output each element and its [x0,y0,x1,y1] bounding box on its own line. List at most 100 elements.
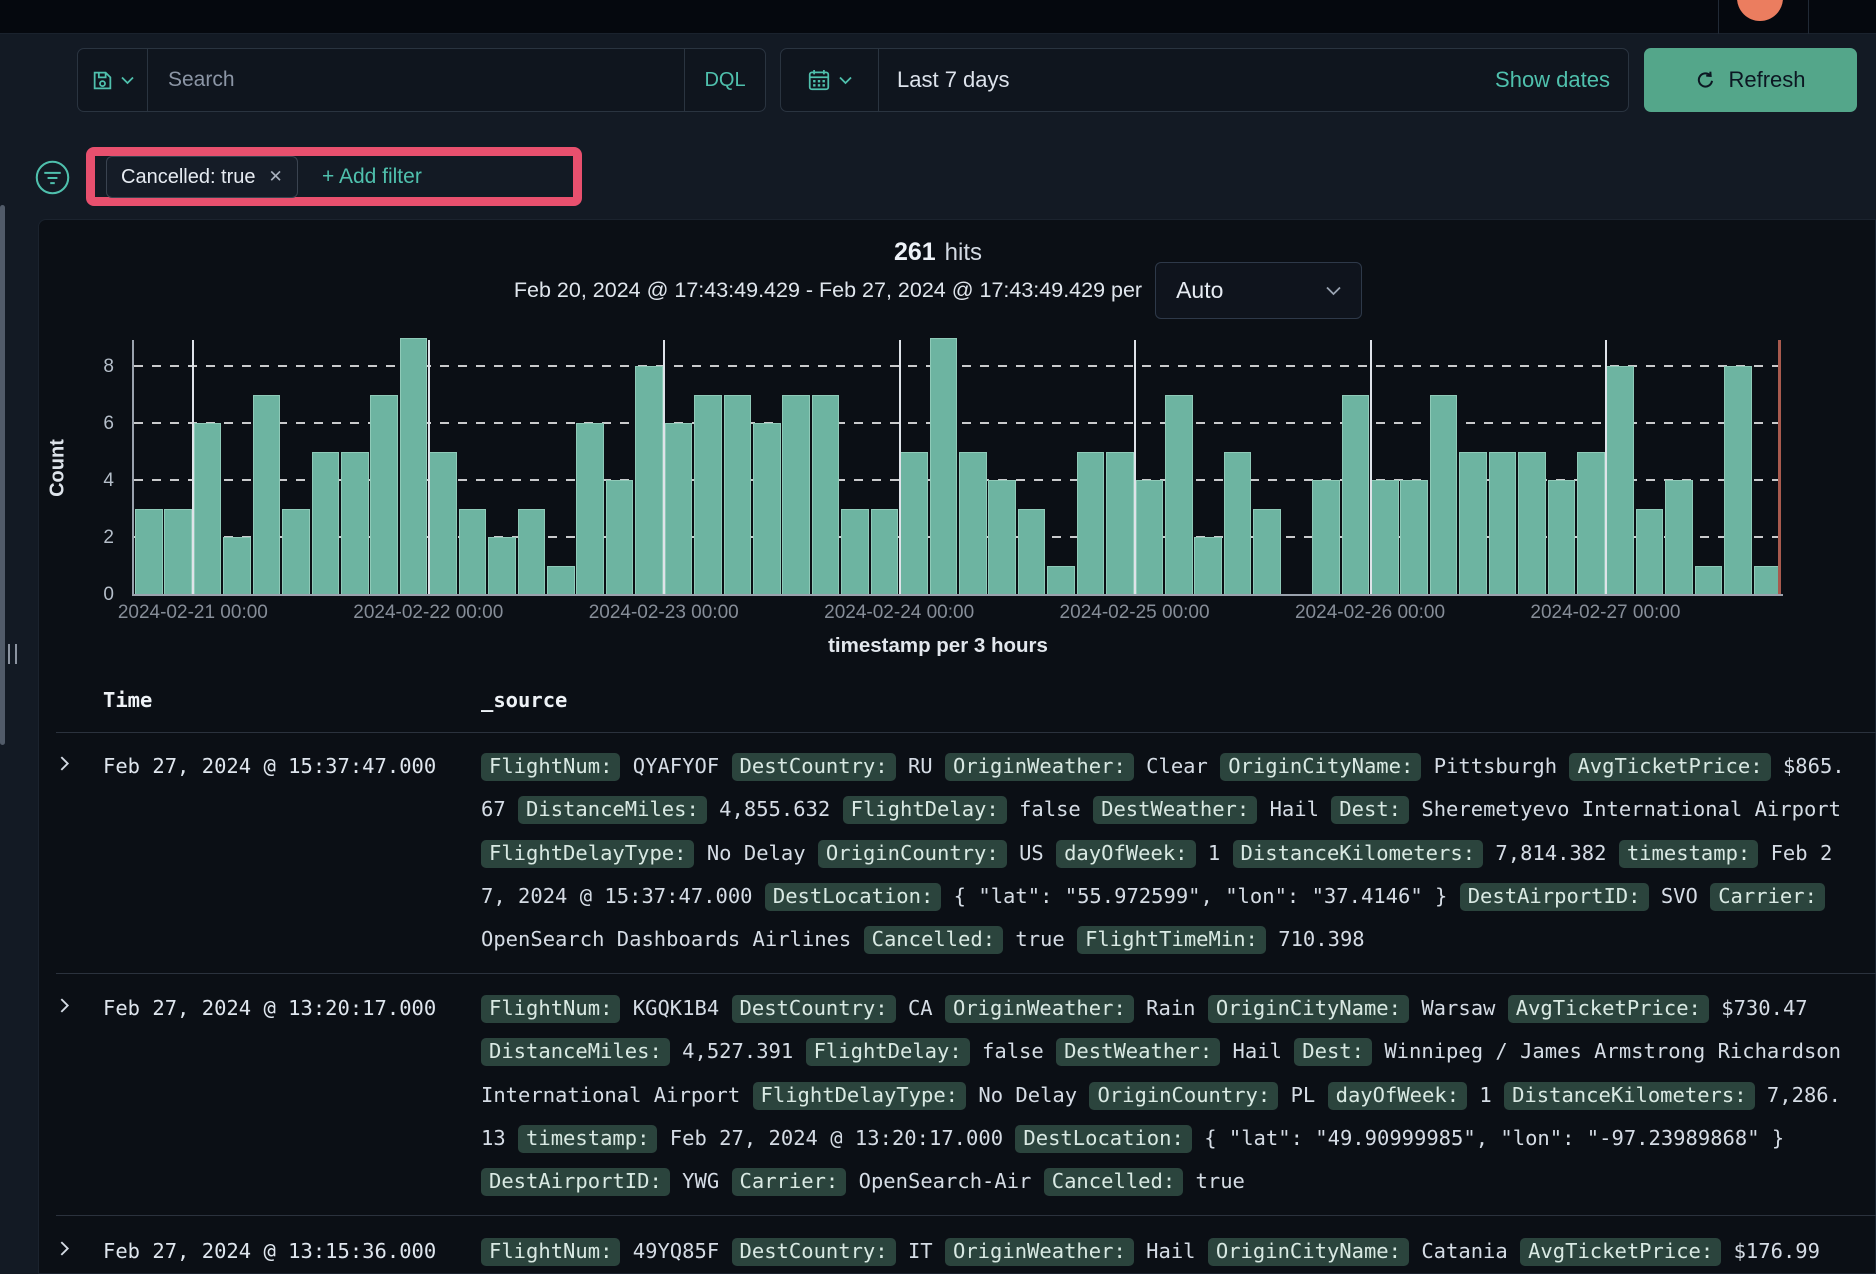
histogram-bar[interactable] [1724,366,1752,594]
add-filter-button[interactable]: + Add filter [322,156,422,198]
histogram-bar[interactable] [312,452,340,594]
histogram-bar[interactable] [1312,480,1340,594]
histogram-bar[interactable] [841,509,869,594]
user-avatar[interactable] [1737,0,1783,21]
field-badge: OriginWeather: [945,753,1134,781]
histogram-bar[interactable] [518,509,546,594]
column-header-source[interactable]: _source [481,688,567,712]
histogram-bar[interactable] [459,509,487,594]
expand-row-icon[interactable] [56,997,73,1014]
histogram-bar[interactable] [223,537,251,594]
day-boundary-line [899,340,901,594]
field-badge: FlightDelay: [843,796,1007,824]
histogram-bar[interactable] [1047,566,1075,594]
field-value: Sheremetyevo International Airport [1421,797,1841,821]
histogram-bar[interactable] [194,423,222,594]
histogram-bar[interactable] [1018,509,1046,594]
discover-app: DQL Last 7 days Show d [0,0,1876,1274]
histogram-bar[interactable] [429,452,457,594]
histogram-bar[interactable] [812,395,840,594]
histogram-bar[interactable] [1077,452,1105,594]
histogram-bar[interactable] [1665,480,1693,594]
histogram-bar[interactable] [1165,395,1193,594]
expand-row-icon[interactable] [56,755,73,772]
histogram-bar[interactable] [665,423,693,594]
histogram-bar[interactable] [959,452,987,594]
histogram-bar[interactable] [1400,480,1428,594]
field-value: true [1196,1169,1245,1193]
vertical-scrollbar[interactable] [0,205,5,745]
x-axis-tick: 2024-02-24 00:00 [824,602,974,624]
histogram-bar[interactable] [1577,452,1605,594]
histogram-bar[interactable] [988,480,1016,594]
histogram-bar[interactable] [724,395,752,594]
histogram-bar[interactable] [1754,566,1782,594]
histogram-bar[interactable] [1695,566,1723,594]
histogram-bar[interactable] [341,452,369,594]
histogram-bar[interactable] [782,395,810,594]
interval-select[interactable]: Auto [1155,262,1362,319]
chevron-down-icon [1326,286,1341,296]
histogram-bar[interactable] [1548,480,1576,594]
expand-row-icon[interactable] [56,1240,73,1257]
histogram-bar[interactable] [694,395,722,594]
histogram-bar[interactable] [1194,537,1222,594]
field-badge: FlightDelayType: [481,840,694,868]
quick-select-button[interactable] [781,49,878,111]
remove-filter-icon[interactable]: ✕ [269,167,283,187]
histogram-bar[interactable] [871,509,899,594]
histogram-bar[interactable] [1136,480,1164,594]
histogram-bar[interactable] [1489,452,1517,594]
field-badge: DistanceMiles: [518,796,707,824]
histogram-bar[interactable] [282,509,310,594]
histogram-bar[interactable] [400,338,428,594]
field-badge: FlightNum: [481,995,620,1023]
filter-set-button[interactable] [34,159,71,196]
filter-pill-cancelled-true[interactable]: Cancelled: true ✕ [106,156,298,198]
time-range-button[interactable]: Last 7 days [879,49,1495,111]
field-badge: OriginWeather: [945,995,1134,1023]
histogram-bar[interactable] [1636,509,1664,594]
histogram-bar[interactable] [135,509,163,594]
dql-language-button[interactable]: DQL [685,49,765,111]
field-value: false [1019,797,1081,821]
field-badge: DestAirportID: [481,1168,670,1196]
histogram-bar[interactable] [164,509,192,594]
histogram-bar[interactable] [547,566,575,594]
histogram-bar[interactable] [253,395,281,594]
refresh-button[interactable]: Refresh [1644,48,1857,112]
histogram-bar[interactable] [900,452,928,594]
histogram-bar[interactable] [576,423,604,594]
histogram-bar[interactable] [1253,509,1281,594]
search-input[interactable] [148,49,684,111]
field-badge: DestLocation: [765,883,941,911]
histogram-bar[interactable] [930,338,958,594]
x-axis-tick: 2024-02-23 00:00 [589,602,739,624]
histogram-bar[interactable] [635,366,663,594]
histogram-bar[interactable] [488,537,516,594]
histogram-bar[interactable] [1224,452,1252,594]
save-icon [91,69,114,92]
field-badge: dayOfWeek: [1056,840,1195,868]
histogram-bar[interactable] [606,480,634,594]
field-value: Hail [1146,1239,1195,1263]
field-value: $730.47 [1721,996,1807,1020]
histogram-bar[interactable] [1518,452,1546,594]
saved-queries-button[interactable] [78,49,147,111]
histogram-bar[interactable] [1106,452,1134,594]
histogram-bar[interactable] [1606,366,1634,594]
histogram-bar[interactable] [1371,480,1399,594]
show-dates-link[interactable]: Show dates [1495,49,1628,111]
field-badge: OriginCountry: [1089,1082,1278,1110]
column-header-time[interactable]: Time [103,688,152,712]
histogram-bar[interactable] [370,395,398,594]
y-axis-tick: 2 [70,527,114,549]
sidebar-collapse-handle[interactable] [8,644,17,664]
histogram-bar[interactable] [753,423,781,594]
day-boundary-line [428,340,430,594]
histogram-bar[interactable] [1342,395,1370,594]
histogram-bar[interactable] [1430,395,1458,594]
row-divider [56,732,1876,733]
source-cell: FlightNum: KGQK1B4 DestCountry: CA Origi… [481,987,1847,1203]
histogram-bar[interactable] [1459,452,1487,594]
